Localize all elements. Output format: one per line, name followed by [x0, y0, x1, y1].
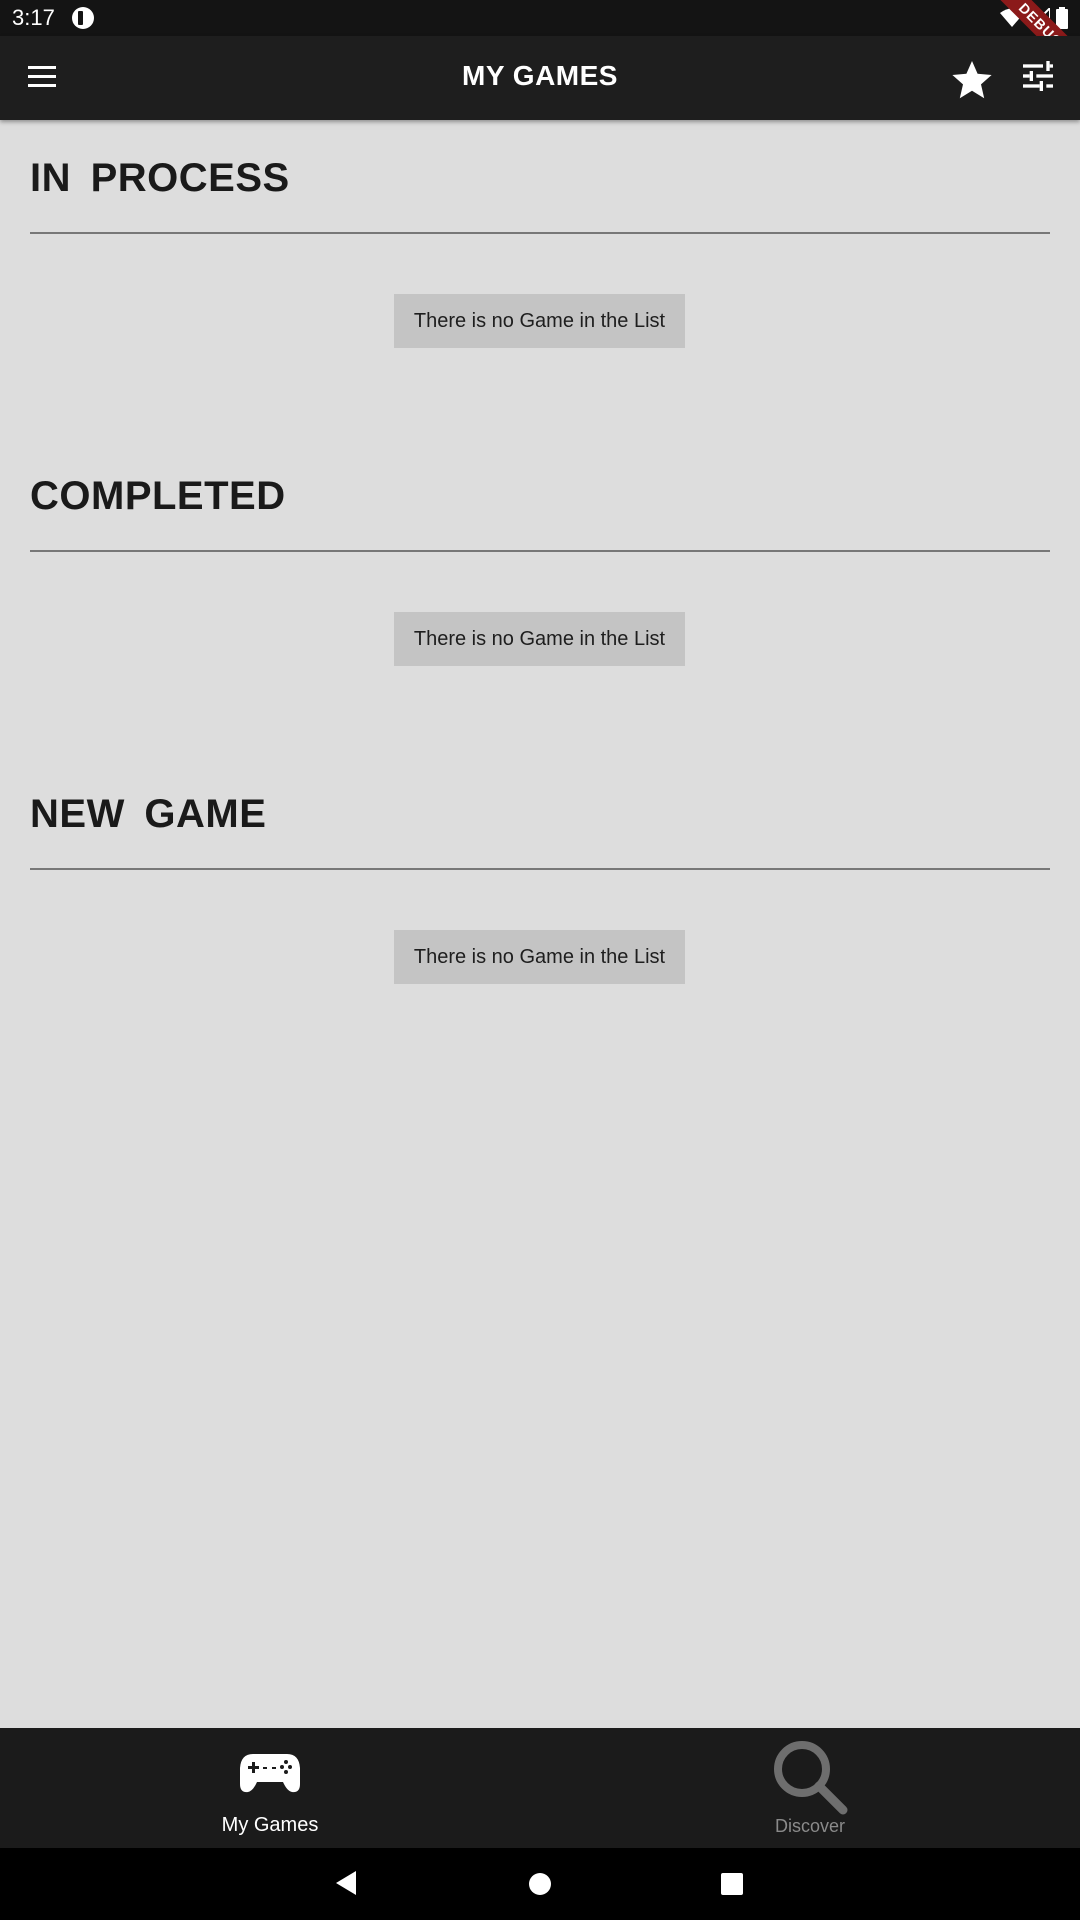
nav-item-label: Discover: [774, 1816, 845, 1836]
section-title: NEW GAME: [30, 792, 267, 836]
section-completed: COMPLETED There is no Game in the List: [0, 438, 1080, 756]
section-title: IN PROCESS: [30, 156, 290, 200]
filter-button[interactable]: [1018, 56, 1066, 104]
section-divider: [30, 232, 1050, 234]
nav-item-label: My Games: [221, 1814, 319, 1836]
status-bar: 3:17 DEBUG: [0, 0, 1080, 86]
search-icon: [774, 1741, 848, 1815]
recents-icon[interactable]: [720, 1872, 744, 1896]
nav-item-discover[interactable]: Discover: [540, 1728, 1080, 1848]
section-in-process: IN PROCESS There is no Game in the List: [0, 120, 1080, 438]
empty-list-message: There is no Game in the List: [394, 930, 685, 984]
back-icon[interactable]: [334, 1870, 358, 1896]
gamepad-icon: [240, 1754, 300, 1793]
bottom-navigation: My Games Discover: [0, 1728, 1080, 1848]
page-title: MY GAMES: [462, 60, 618, 91]
game-lists: IN PROCESS There is no Game in the List …: [0, 120, 1080, 1728]
system-navigation-bar: [0, 1848, 1080, 1920]
nav-item-my-games[interactable]: My Games: [0, 1728, 540, 1848]
notification-app-icon: [72, 7, 94, 29]
tune-icon: [1023, 61, 1053, 91]
app-bar: MY GAMES: [0, 36, 1080, 120]
section-new-game: NEW GAME There is no Game in the List: [0, 756, 1080, 1074]
empty-list-message: There is no Game in the List: [394, 612, 685, 666]
empty-list-message: There is no Game in the List: [394, 294, 685, 348]
status-time: 3:17: [12, 5, 55, 30]
section-title: COMPLETED: [30, 474, 286, 518]
section-divider: [30, 550, 1050, 552]
favorites-button[interactable]: [948, 56, 996, 104]
home-icon[interactable]: [528, 1872, 552, 1896]
section-divider: [30, 868, 1050, 870]
star-icon: [952, 61, 992, 99]
